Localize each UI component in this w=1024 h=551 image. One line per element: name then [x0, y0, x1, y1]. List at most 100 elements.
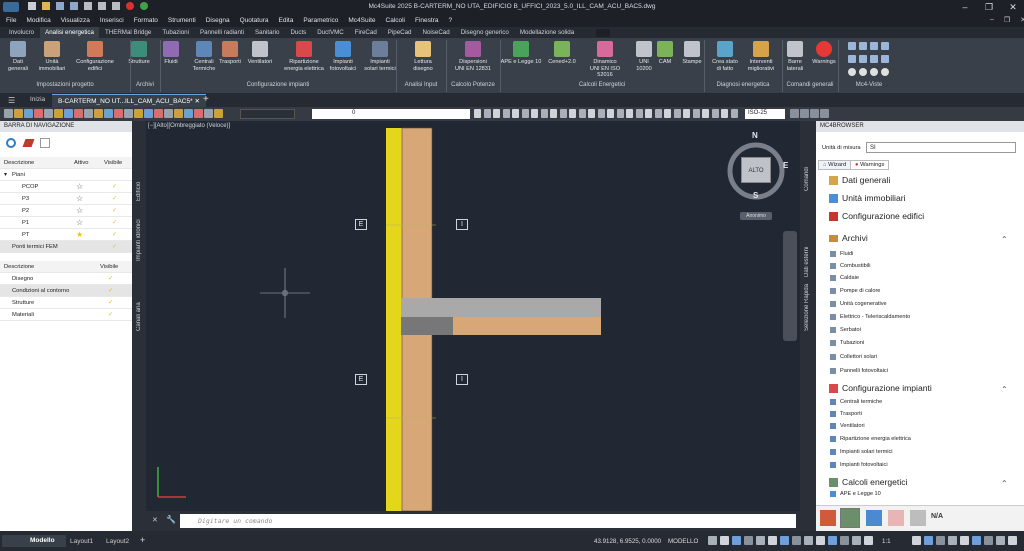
star-icon[interactable]: ☆ [76, 217, 83, 229]
unit-select[interactable]: SI [866, 142, 1016, 153]
menu-item-2[interactable]: Visualizza [61, 17, 90, 24]
toolbar-draw-icon-4[interactable] [512, 109, 519, 118]
visible-check[interactable]: ✓ [112, 205, 117, 217]
command-input[interactable]: Digitare un comando [180, 514, 796, 528]
toolbar-icon-6[interactable] [64, 109, 73, 118]
layer-item-row[interactable]: Condizioni al contorno ✓ [0, 285, 132, 297]
menu-item-8[interactable]: Edita [279, 17, 294, 24]
ribbon-tab-4[interactable]: Pannelli radianti [195, 27, 249, 38]
ribbon-tab-9[interactable]: PipeCad [383, 27, 417, 38]
menu-item-4[interactable]: Formato [134, 17, 158, 24]
tab-model[interactable]: Modello [2, 535, 66, 547]
menu-item-5[interactable]: Strumenti [168, 17, 196, 24]
ribbon-button-11[interactable]: Lettura disegno [401, 41, 445, 72]
viewcube-face[interactable]: ALTO [741, 157, 771, 183]
maximize-icon[interactable]: ❐ [982, 1, 996, 13]
menu-item-7[interactable]: Quotatura [240, 17, 269, 24]
toolbar-draw-icon-27[interactable] [730, 109, 738, 118]
tab-home[interactable]: Inizia [30, 96, 45, 103]
doc-close-icon[interactable]: ✕ [1020, 16, 1024, 24]
status-icon-12[interactable] [852, 536, 861, 545]
toolbar-draw-icon-25[interactable] [711, 109, 719, 118]
status-icon-13[interactable] [864, 536, 873, 545]
status-icon-4[interactable] [756, 536, 765, 545]
toolbar-right-icon-0[interactable] [790, 109, 799, 118]
color-select[interactable] [240, 109, 295, 119]
status-icon-6[interactable] [780, 536, 789, 545]
side-tab-left-2[interactable]: Canali aria [136, 281, 142, 331]
ribbon-tab-7[interactable]: DuctVMC [312, 27, 348, 38]
view-icon-1-1[interactable] [859, 55, 867, 63]
archive-item-1[interactable]: Combustibili [830, 263, 870, 269]
section-archivi[interactable]: Archivi [829, 233, 868, 243]
menu-item-13[interactable]: ? [449, 17, 453, 24]
status-icon-21[interactable] [960, 536, 969, 545]
building-icon[interactable] [820, 510, 836, 526]
toolbar-icon-16[interactable] [164, 109, 173, 118]
ribbon-button-13[interactable]: APE e Legge 10 [499, 41, 543, 66]
floor-row[interactable]: P1 ☆ ✓ [0, 217, 132, 229]
toolbar-right-icon-2[interactable] [810, 109, 819, 118]
config-item-3[interactable]: Ripartizione energia elettrica [830, 436, 911, 442]
toolbar-draw-icon-19[interactable] [654, 109, 662, 118]
side-tab-left-1[interactable]: Impianti idronici [136, 197, 142, 261]
archive-item-6[interactable]: Serbatoi [830, 327, 861, 333]
toolbar-draw-icon-2[interactable] [493, 109, 500, 118]
archive-item-5[interactable]: Elettrico - Teleriscaldamento [830, 314, 910, 320]
visible-check[interactable]: ✓ [112, 229, 117, 241]
navigation-bar[interactable] [783, 231, 797, 341]
tab-active-drawing[interactable]: B-CARTERM_NO UT...ILL_CAM_ACU_BAC5* ✕ [52, 94, 206, 107]
view-icon-1-3[interactable] [881, 55, 889, 63]
toolbar-draw-icon-15[interactable] [616, 109, 624, 118]
status-icon-22[interactable] [972, 536, 981, 545]
archive-item-9[interactable]: Pannelli fotovoltaici [830, 368, 888, 374]
side-tab-left-0[interactable]: Edificio [136, 131, 142, 201]
visible-check[interactable]: ✓ [112, 241, 117, 253]
config-item-5[interactable]: Impianti fotovoltaici [830, 462, 888, 468]
ribbon-button-2[interactable]: Configurazione edifici [73, 41, 117, 72]
status-icon-25[interactable] [1008, 536, 1017, 545]
settings-gear-icon[interactable] [6, 138, 16, 148]
star-icon[interactable]: ★ [76, 229, 83, 241]
toolbar-draw-icon-22[interactable] [683, 109, 690, 118]
status-icon-3[interactable] [744, 536, 753, 545]
view-icon-0-2[interactable] [870, 42, 878, 50]
toolbar-icon-5[interactable] [54, 109, 63, 118]
hamburger-icon[interactable]: ☰ [8, 96, 15, 105]
section-config[interactable]: Configurazione impianti [829, 383, 932, 393]
layer-select[interactable]: 0 [312, 109, 470, 119]
view-icon-0-1[interactable] [859, 42, 867, 50]
ribbon-button-1[interactable]: Unità immobiliari [30, 41, 74, 72]
toolbar-icon-10[interactable] [104, 109, 113, 118]
visible-check[interactable]: ✓ [108, 297, 113, 309]
floor-row[interactable]: PCOP ☆ ✓ [0, 181, 132, 193]
doc-restore-icon[interactable]: ❐ [1004, 16, 1010, 24]
blank-icon[interactable] [910, 510, 926, 526]
view-icon-1-0[interactable] [848, 55, 856, 63]
side-tab-right-1[interactable]: Dati esterni [804, 217, 810, 277]
piani-row[interactable]: ▾ Piani [0, 169, 132, 181]
archive-item-3[interactable]: Pompe di calore [830, 288, 880, 294]
ponti-row[interactable]: Ponti termici FEM ✓ [0, 241, 132, 253]
floor-row[interactable]: P3 ☆ ✓ [0, 193, 132, 205]
toolbar-icon-18[interactable] [184, 109, 193, 118]
viewcube-mode[interactable]: Anonimo [740, 212, 772, 220]
ribbon-toggle-icon[interactable] [596, 29, 610, 37]
toolbar-icon-9[interactable] [94, 109, 103, 118]
ribbon-tab-1[interactable]: Analisi energetica [40, 27, 99, 38]
menu-item-0[interactable]: File [6, 17, 16, 24]
archive-item-4[interactable]: Unità cogenerative [830, 301, 887, 307]
wizard-item-0[interactable]: Dati generali [829, 175, 890, 185]
collapse-icon[interactable]: ⌃ [1001, 479, 1008, 488]
ribbon-tab-8[interactable]: FireCad [350, 27, 382, 38]
status-icon-0[interactable] [708, 536, 717, 545]
toolbar-right-icon-1[interactable] [800, 109, 809, 118]
ribbon-tab-12[interactable]: Modellazione solida [515, 27, 579, 38]
toolbar-icon-7[interactable] [74, 109, 83, 118]
ribbon-tab-2[interactable]: THERMal Bridge [100, 27, 156, 38]
status-icon-19[interactable] [936, 536, 945, 545]
calendar-icon[interactable] [40, 138, 50, 148]
toolbar-draw-icon-14[interactable] [607, 109, 614, 118]
model-mode-label[interactable]: MODELLO [668, 538, 698, 545]
drawing-canvas[interactable]: [−][Alto][Ombreggiato (Veloce)] E I E I … [146, 121, 800, 511]
